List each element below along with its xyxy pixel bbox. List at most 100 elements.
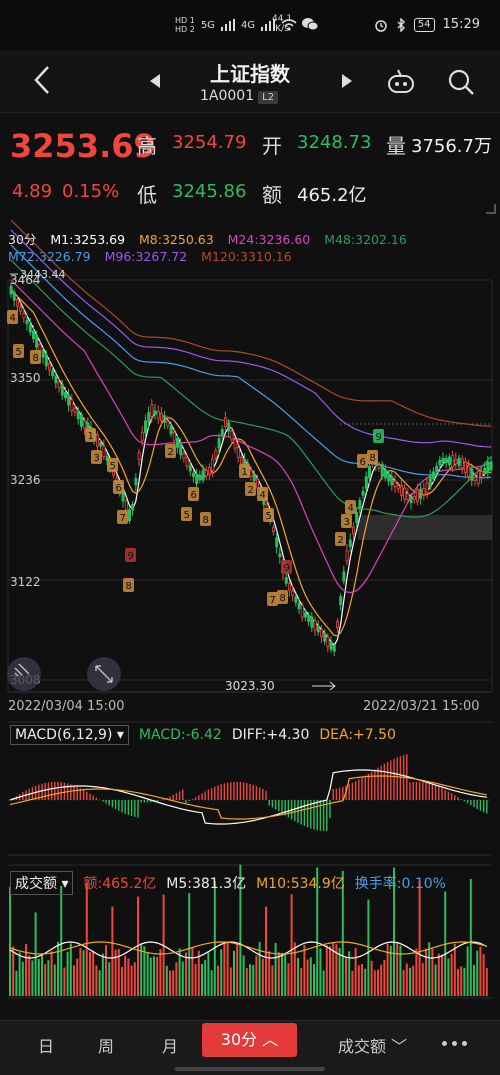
candle-body (467, 465, 471, 477)
more-icon[interactable] (442, 1041, 467, 1046)
candle-body (124, 500, 128, 511)
candle-body (143, 420, 147, 434)
wechat-icon (302, 18, 318, 31)
candle-body (425, 482, 429, 494)
candle-body (156, 411, 160, 419)
speed-unit: K/s (275, 24, 289, 34)
macd-selector[interactable]: MACD(6,12,9) ▾ (10, 725, 129, 745)
tab-day[interactable]: 日 (38, 1033, 54, 1057)
candle-body (438, 459, 442, 466)
dea-value: DEA:+7.50 (319, 727, 396, 743)
candle-body (70, 399, 74, 412)
candle-body (230, 430, 234, 441)
signal-number: 7 (120, 513, 126, 524)
candle-body (236, 447, 240, 458)
ma-line (10, 289, 492, 637)
candle-body (367, 465, 371, 479)
open-value: 3248.73 (297, 132, 372, 153)
volume-m5: M5:381.3亿 (166, 876, 247, 892)
tab-month[interactable]: 月 (162, 1033, 178, 1057)
signal-number: 1 (242, 467, 248, 478)
candle-body (195, 475, 199, 484)
candle-body (233, 439, 237, 449)
last-price: 3253.69 (10, 127, 156, 165)
signal-number: 8 (370, 453, 376, 464)
volume-amount: 额:465.2亿 (83, 876, 157, 892)
tab-30min[interactable]: 30分 ︿ (202, 1023, 297, 1057)
candle-body (297, 602, 301, 610)
net-speed: 44.1 K/s (272, 14, 292, 34)
candle-body (307, 615, 311, 622)
candle-body (252, 474, 256, 482)
candle-body (48, 363, 52, 371)
candle-body (102, 445, 106, 457)
signal-number: 5 (266, 511, 272, 522)
robot-assistant-icon[interactable] (386, 68, 416, 96)
signal-number: 5 (110, 461, 116, 472)
candle-body (476, 471, 480, 484)
alarm-icon (375, 19, 387, 32)
diff-value: DIFF:+4.30 (231, 727, 310, 743)
candle-body (25, 319, 29, 325)
candle-body (294, 596, 298, 603)
candle-body (364, 476, 368, 489)
candle-body (380, 463, 384, 477)
candle-body (342, 571, 346, 582)
candle-body (198, 474, 202, 481)
candle-body (134, 478, 138, 486)
candle-body (428, 476, 432, 488)
candle-body (150, 404, 154, 417)
next-stock-icon[interactable] (342, 74, 352, 88)
zoom-in-button[interactable] (7, 657, 41, 691)
l2-badge: L2 (258, 91, 279, 104)
candle-body (211, 458, 215, 471)
candle-body (316, 626, 320, 633)
candle-body (185, 457, 189, 467)
ma-line (10, 279, 492, 594)
candle-body (332, 645, 336, 652)
max-price-marker: 3443.44 (20, 268, 66, 281)
candle-body (57, 381, 61, 389)
search-icon[interactable] (447, 68, 475, 96)
stock-code: 1A0001 L2 (200, 88, 279, 104)
candle-body (486, 461, 490, 473)
candle-body (300, 605, 304, 618)
price-tick-3236: 3236 (10, 473, 41, 487)
candle-body (214, 450, 218, 458)
speed-value: 44.1 (272, 14, 293, 24)
net-5g-label: 5G (200, 19, 215, 31)
signal-number: 4 (260, 490, 266, 501)
candle-body (383, 469, 387, 479)
candle-body (473, 476, 477, 481)
candle-body (35, 334, 39, 348)
candle-body (323, 633, 327, 642)
clock: 15:29 (442, 17, 480, 32)
candle-body (278, 553, 282, 558)
battery-icon: 54 (413, 17, 435, 32)
volume-selector[interactable]: 成交额 ▾ (10, 871, 74, 895)
change-value: 4.89 (12, 181, 53, 202)
signal-number: 8 (280, 593, 286, 604)
candle-body (377, 464, 381, 469)
price-band (358, 515, 492, 540)
candle-body (396, 485, 400, 490)
candle-body (163, 415, 167, 423)
candle-body (335, 621, 339, 628)
candle-body (358, 500, 362, 510)
expand-icon[interactable] (486, 204, 496, 214)
kline-chart[interactable]: 4581356789256812 457 892346 89 3464 3350 32… (0, 220, 500, 1020)
tab-indicator[interactable]: 成交额 ﹀ (338, 1033, 407, 1057)
tab-week[interactable]: 周 (98, 1033, 114, 1057)
candles (9, 282, 493, 657)
status-right: 54 15:29 (374, 17, 480, 32)
candle-body (313, 620, 317, 631)
candle-body (255, 479, 259, 489)
amount-value: 465.2亿 (297, 185, 367, 206)
candle-body (284, 577, 288, 584)
signal-number: 4 (348, 503, 354, 514)
candle-body (303, 612, 307, 618)
signal-number: 8 (126, 581, 132, 592)
candle-body (310, 616, 314, 628)
candle-body (147, 412, 151, 423)
candle-body (32, 330, 36, 340)
